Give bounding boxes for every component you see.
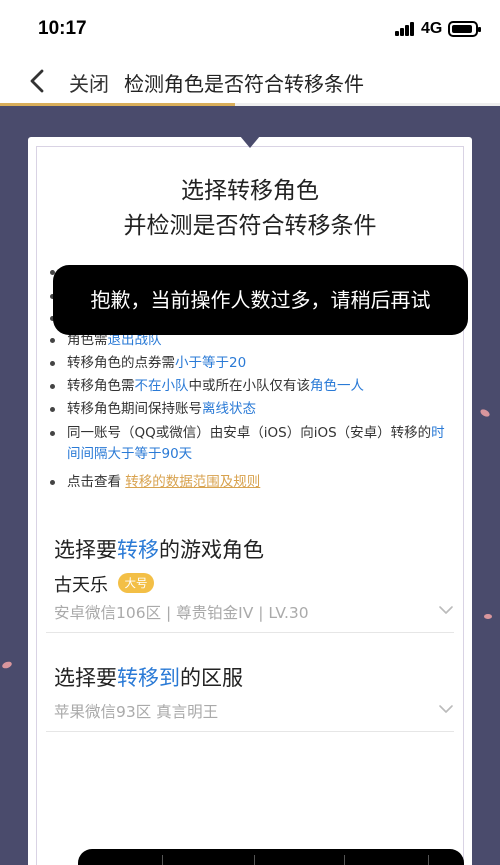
server-value: 苹果微信93区 真言明王 bbox=[54, 703, 219, 721]
page-title: 检测角色是否符合转移条件 bbox=[124, 72, 364, 96]
requirement-item: 同一账号（QQ或微信）由安卓（iOS）向iOS（安卓）转移的时间间隔大于等于90… bbox=[50, 423, 447, 465]
server-selector[interactable]: 苹果微信93区 真言明王 bbox=[54, 700, 454, 722]
status-bar: 10:17 4G bbox=[0, 0, 500, 56]
character-name: 古天乐 bbox=[54, 575, 108, 596]
card-border bbox=[36, 146, 464, 865]
requirement-item: 转移角色期间保持账号离线状态 bbox=[50, 399, 447, 420]
error-toast: 抱歉，当前操作人数过多，请稍后再试 bbox=[53, 265, 468, 335]
card-title-line2: 并检测是否符合转移条件 bbox=[123, 213, 377, 239]
spark-decoration bbox=[484, 614, 492, 619]
nav-bar: 关闭 检测角色是否符合转移条件 bbox=[0, 56, 500, 106]
bottom-action-bar bbox=[78, 849, 464, 865]
chevron-down-icon[interactable] bbox=[438, 605, 454, 615]
diamond-decoration-icon bbox=[240, 136, 260, 148]
requirement-item: 转移角色的点券需小于等于20 bbox=[50, 353, 447, 374]
role-selector[interactable]: 安卓微信106区 | 尊贵铂金IV | LV.30 bbox=[54, 601, 454, 623]
card-title-line1: 选择转移角色 bbox=[181, 178, 319, 204]
spark-decoration bbox=[479, 407, 491, 419]
spark-decoration bbox=[1, 660, 13, 670]
back-arrow-icon[interactable] bbox=[26, 67, 50, 95]
status-time: 10:17 bbox=[38, 18, 87, 39]
divider bbox=[46, 731, 454, 732]
divider bbox=[46, 632, 454, 633]
requirement-item: 点击查看 转移的数据范围及规则 bbox=[50, 472, 447, 493]
requirement-item: 转移角色需不在小队中或所在小队仅有该角色一人 bbox=[50, 376, 447, 397]
battery-icon bbox=[448, 21, 481, 37]
section-title-role: 选择要转移的游戏角色 bbox=[54, 538, 264, 562]
role-details: 安卓微信106区 | 尊贵铂金IV | LV.30 bbox=[54, 604, 309, 622]
rules-link[interactable]: 转移的数据范围及规则 bbox=[125, 474, 260, 490]
section-title-server: 选择要转移到的区服 bbox=[54, 666, 243, 690]
close-button[interactable]: 关闭 bbox=[69, 68, 109, 97]
main-account-badge: 大号 bbox=[118, 573, 154, 593]
network-type: 4G bbox=[421, 20, 443, 37]
signal-icon bbox=[395, 22, 415, 36]
chevron-down-icon[interactable] bbox=[438, 704, 454, 714]
